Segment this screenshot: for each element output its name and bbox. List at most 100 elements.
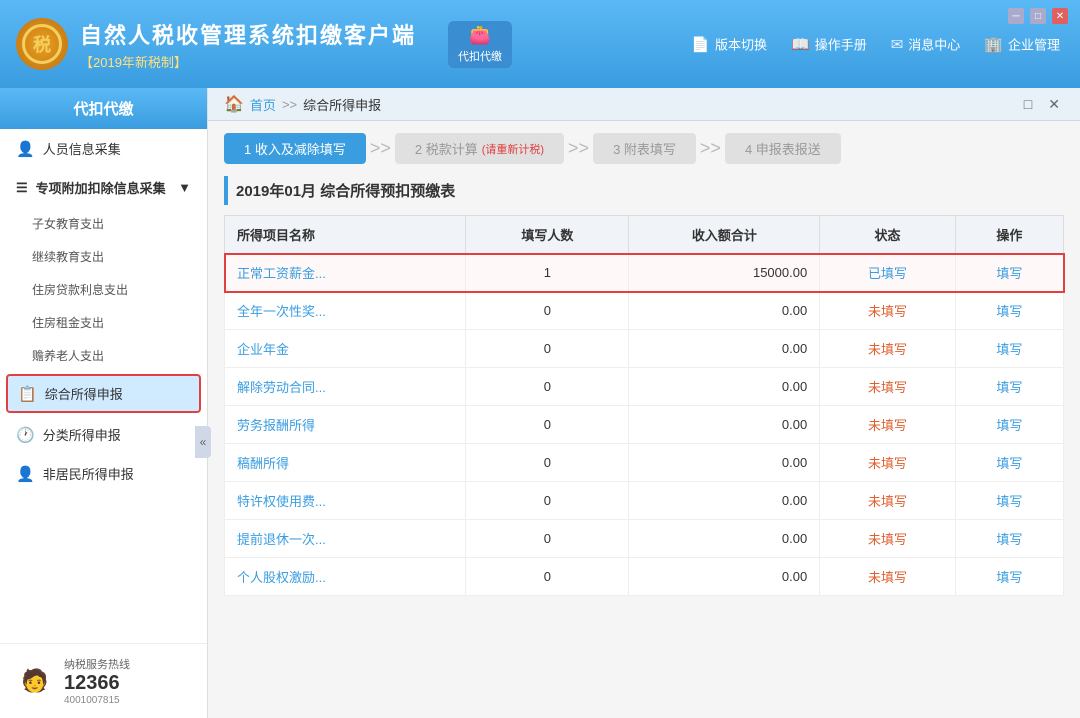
fill-action-link[interactable]: 填写 <box>996 418 1022 433</box>
icon-box: 👛 代扣代缴 <box>448 21 512 68</box>
maximize-button[interactable]: □ <box>1030 8 1046 24</box>
breadcrumb-restore-button[interactable]: □ <box>1020 96 1036 113</box>
collapse-button[interactable]: « <box>195 426 211 458</box>
cell-name: 稿酬所得 <box>225 444 466 482</box>
sidebar-sub-child-edu[interactable]: 子女教育支出 <box>0 207 207 240</box>
table-row: 正常工资薪金...115000.00 已填写 填写 <box>225 254 1064 292</box>
cell-count: 0 <box>466 444 629 482</box>
fill-action-link[interactable]: 填写 <box>996 342 1022 357</box>
step2-button[interactable]: 2 税款计算 (请重新计税) <box>395 133 564 164</box>
fill-action-link[interactable]: 填写 <box>996 266 1022 281</box>
fill-action-link[interactable]: 填写 <box>996 456 1022 471</box>
cell-status: 未填写 <box>820 482 956 520</box>
step3-button[interactable]: 3 附表填写 <box>593 133 696 164</box>
cell-name: 全年一次性奖... <box>225 292 466 330</box>
cell-amount: 0.00 <box>629 520 820 558</box>
breadcrumb-sep1: >> <box>282 97 297 112</box>
sidebar-sub-cont-edu[interactable]: 继续教育支出 <box>0 240 207 273</box>
wallet-icon: 👛 <box>469 25 491 46</box>
status-badge: 未填写 <box>868 494 907 509</box>
cell-name: 正常工资薪金... <box>225 254 466 292</box>
step2-label: 2 税款计算 <box>415 139 478 158</box>
step4-button[interactable]: 4 申报表报送 <box>725 133 841 164</box>
sidebar-sub-elderly[interactable]: 赡养老人支出 <box>0 339 207 372</box>
sidebar: 代扣代缴 👤 人员信息采集 ☰ 专项附加扣除信息采集 ▼ 子女教育支出 继续教育… <box>0 88 208 718</box>
app-subtitle: 【2019年新税制】 <box>80 52 416 71</box>
sidebar-sub-housing-rent[interactable]: 住房租金支出 <box>0 306 207 339</box>
layers-icon: 📋 <box>18 385 37 403</box>
status-badge: 未填写 <box>868 532 907 547</box>
table-row: 提前退休一次...00.00 未填写 填写 <box>225 520 1064 558</box>
sidebar-sub-housing-loan[interactable]: 住房贷款利息支出 <box>0 273 207 306</box>
cell-action: 填写 <box>955 482 1063 520</box>
nav-manual[interactable]: 📖 操作手册 <box>791 35 867 54</box>
cell-name: 劳务报酬所得 <box>225 406 466 444</box>
sidebar-item-comprehensive[interactable]: 📋 综合所得申报 <box>6 374 201 413</box>
col-header-action: 操作 <box>955 216 1063 254</box>
step4-label: 4 申报表报送 <box>745 139 821 158</box>
icon-area: 👛 代扣代缴 <box>448 21 512 68</box>
hotline-number: 12366 <box>64 672 130 695</box>
sidebar-group-special[interactable]: ☰ 专项附加扣除信息采集 ▼ <box>0 168 207 207</box>
cell-name: 提前退休一次... <box>225 520 466 558</box>
cell-count: 1 <box>466 254 629 292</box>
breadcrumb-home-link[interactable]: 首页 <box>250 95 276 114</box>
nav-version-label: 版本切换 <box>715 35 767 54</box>
cell-amount: 0.00 <box>629 368 820 406</box>
sidebar-label-nonresident: 非居民所得申报 <box>43 464 134 483</box>
sidebar-label-comprehensive: 综合所得申报 <box>45 384 123 403</box>
nav-version[interactable]: 📄 版本切换 <box>691 35 767 54</box>
person-icon: 👤 <box>16 140 35 158</box>
breadcrumb-close-button[interactable]: ✕ <box>1044 96 1064 113</box>
status-badge: 已填写 <box>868 266 907 281</box>
sidebar-bottom: 🧑 纳税服务热线 12366 4001007815 <box>0 643 207 718</box>
fill-action-link[interactable]: 填写 <box>996 380 1022 395</box>
cell-status: 未填写 <box>820 292 956 330</box>
table-row: 企业年金00.00未填写填写 <box>225 330 1064 368</box>
sidebar-item-personnel[interactable]: 👤 人员信息采集 <box>0 129 207 168</box>
cell-action: 填写 <box>955 292 1063 330</box>
nav-message[interactable]: ✉ 消息中心 <box>891 35 961 54</box>
fill-action-link[interactable]: 填写 <box>996 304 1022 319</box>
status-badge: 未填写 <box>868 418 907 433</box>
cell-action: 填写 <box>955 330 1063 368</box>
sidebar-item-nonresident[interactable]: 👤 非居民所得申报 <box>0 454 207 493</box>
step3-label: 3 附表填写 <box>613 139 676 158</box>
sidebar-label-classified: 分类所得申报 <box>43 425 121 444</box>
fill-action-link[interactable]: 填写 <box>996 494 1022 509</box>
mail-icon: ✉ <box>891 35 904 53</box>
table-section: 2019年01月 综合所得预扣预缴表 所得项目名称 填写人数 收入额合计 状态 … <box>208 176 1080 718</box>
sidebar-label-personnel: 人员信息采集 <box>43 139 121 158</box>
hotline-icon: 🧑 <box>16 662 54 700</box>
nav-enterprise[interactable]: 🏢 企业管理 <box>984 35 1060 54</box>
hotline-label: 纳税服务热线 <box>64 656 130 672</box>
home-icon: 🏠 <box>224 94 244 114</box>
steps-bar: 1 收入及减除填写 >> 2 税款计算 (请重新计税) >> 3 附表填写 >>… <box>208 121 1080 176</box>
cell-status: 未填写 <box>820 444 956 482</box>
cell-action: 填写 <box>955 444 1063 482</box>
status-badge: 未填写 <box>868 570 907 585</box>
doc-icon: 📄 <box>691 35 710 53</box>
table-row: 全年一次性奖...00.00未填写填写 <box>225 292 1064 330</box>
col-header-name: 所得项目名称 <box>225 216 466 254</box>
app-name: 自然人税收管理系统扣缴客户端 <box>80 18 416 50</box>
step1-button[interactable]: 1 收入及减除填写 <box>224 133 366 164</box>
cell-amount: 0.00 <box>629 406 820 444</box>
app-logo: 税 <box>16 18 68 70</box>
content-area: 🏠 首页 >> 综合所得申报 □ ✕ 1 收入及减除填写 >> 2 税款计算 (… <box>208 88 1080 718</box>
cell-status: 未填写 <box>820 368 956 406</box>
cell-action: 填写 <box>955 254 1063 292</box>
minimize-button[interactable]: ─ <box>1008 8 1024 24</box>
step-arrow2: >> <box>568 138 589 159</box>
sidebar-item-classified[interactable]: 🕐 分类所得申报 <box>0 415 207 454</box>
fill-action-link[interactable]: 填写 <box>996 532 1022 547</box>
fill-action-link[interactable]: 填写 <box>996 570 1022 585</box>
status-badge: 未填写 <box>868 456 907 471</box>
nav-manual-label: 操作手册 <box>815 35 867 54</box>
close-button[interactable]: ✕ <box>1052 8 1068 24</box>
step1-label: 1 收入及减除填写 <box>244 139 346 158</box>
cell-amount: 15000.00 <box>629 254 820 292</box>
cell-count: 0 <box>466 520 629 558</box>
nav-message-label: 消息中心 <box>908 35 960 54</box>
cell-count: 0 <box>466 330 629 368</box>
